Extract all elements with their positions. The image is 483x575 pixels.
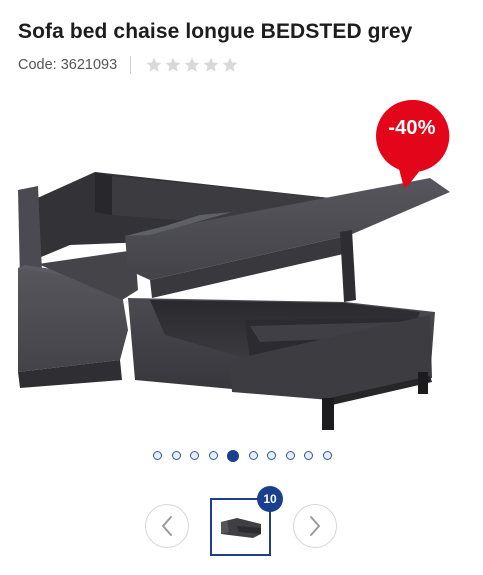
- product-code: Code: 3621093: [18, 57, 118, 73]
- carousel-dot[interactable]: [248, 451, 258, 460]
- star-icon: [165, 57, 181, 72]
- carousel-dot[interactable]: [153, 451, 163, 460]
- chevron-left-icon: [162, 516, 172, 536]
- carousel-dot[interactable]: [208, 451, 218, 460]
- carousel-dot[interactable]: [267, 451, 277, 460]
- next-image-button[interactable]: [293, 504, 337, 548]
- carousel-pagination[interactable]: [0, 449, 483, 462]
- carousel-dot[interactable]: [190, 451, 200, 460]
- carousel-dot[interactable]: [322, 451, 332, 460]
- carousel-dot[interactable]: [304, 451, 314, 460]
- product-title: Sofa bed chaise longue BEDSTED grey: [18, 20, 413, 43]
- chevron-right-icon: [310, 516, 320, 536]
- image-count-badge: 10: [257, 486, 283, 512]
- rating-stars[interactable]: [145, 56, 239, 74]
- star-icon: [184, 57, 200, 72]
- discount-badge-shape: [376, 99, 450, 188]
- star-icon: [146, 57, 162, 72]
- star-icon: [203, 57, 219, 72]
- product-meta: Code: 3621093: [18, 54, 239, 76]
- star-icon: [222, 57, 238, 72]
- discount-badge: -40%: [388, 117, 436, 139]
- carousel-dot-active[interactable]: [227, 449, 240, 462]
- carousel-dot[interactable]: [171, 451, 181, 460]
- sofa-thumbnail-image: [220, 518, 261, 538]
- carousel-dot[interactable]: [285, 451, 295, 460]
- meta-divider: [130, 56, 132, 74]
- previous-image-button[interactable]: [145, 504, 189, 548]
